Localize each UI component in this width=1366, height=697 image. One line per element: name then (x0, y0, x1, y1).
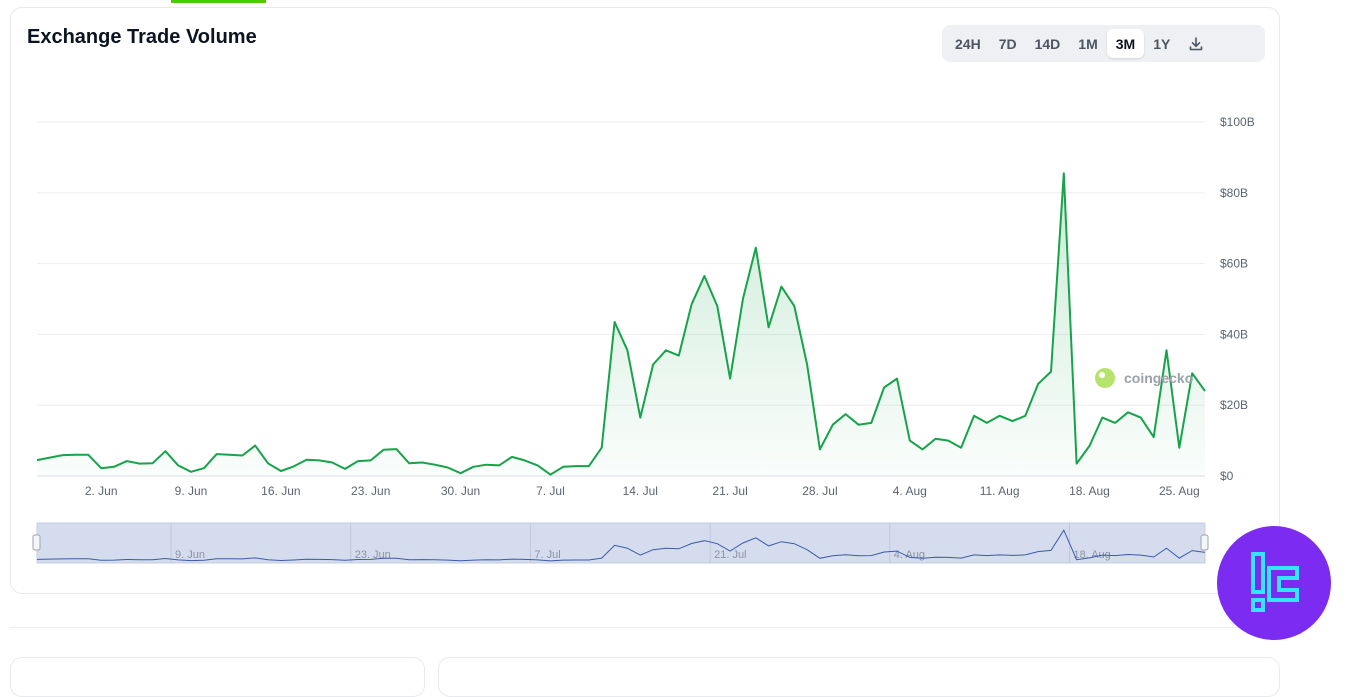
x-tick-label: 9. Jun (175, 484, 208, 498)
y-tick-label: $100B (1220, 115, 1255, 129)
x-tick-label: 4. Aug (893, 484, 927, 498)
x-tick-label: 21. Jul (712, 484, 747, 498)
navigator-label: 4. Aug (894, 549, 925, 561)
y-tick-label: $0 (1220, 469, 1234, 483)
x-tick-label: 28. Jul (802, 484, 837, 498)
x-tick-label: 16. Jun (261, 484, 300, 498)
volume-area-fill (37, 173, 1205, 477)
x-tick-label: 18. Aug (1069, 484, 1110, 498)
x-tick-label: 25. Aug (1159, 484, 1200, 498)
y-tick-label: $40B (1220, 327, 1248, 341)
y-tick-label: $20B (1220, 398, 1248, 412)
x-tick-label: 14. Jul (623, 484, 658, 498)
brand-logo-icon (1251, 552, 1299, 612)
bottom-card-left (10, 657, 425, 697)
y-tick-label: $80B (1220, 186, 1248, 200)
bottom-card-right (438, 657, 1280, 697)
x-tick-label: 7. Jul (536, 484, 565, 498)
x-tick-label: 23. Jun (351, 484, 390, 498)
x-tick-label: 2. Jun (85, 484, 118, 498)
x-tick-label: 30. Jun (441, 484, 480, 498)
y-tick-label: $60B (1220, 257, 1248, 271)
coingecko-logo-icon (1095, 368, 1115, 388)
section-divider (10, 627, 1280, 628)
navigator-right-handle[interactable] (1200, 534, 1209, 551)
volume-chart: 2. Jun 9. Jun 16. Jun 23. Jun 30. Jun 7. Jul 1… (32, 115, 1255, 564)
coingecko-watermark: coingecko (1124, 370, 1193, 386)
navigator-label: 9. Jun (175, 549, 205, 561)
navigator-label: 7. Jul (534, 549, 560, 561)
brand-logo-badge (1217, 526, 1331, 640)
coingecko-logo-eye (1099, 372, 1105, 378)
navigator-left-handle[interactable] (32, 534, 41, 551)
navigator-selection[interactable] (36, 522, 1206, 564)
x-tick-label: 11. Aug (980, 484, 1020, 498)
